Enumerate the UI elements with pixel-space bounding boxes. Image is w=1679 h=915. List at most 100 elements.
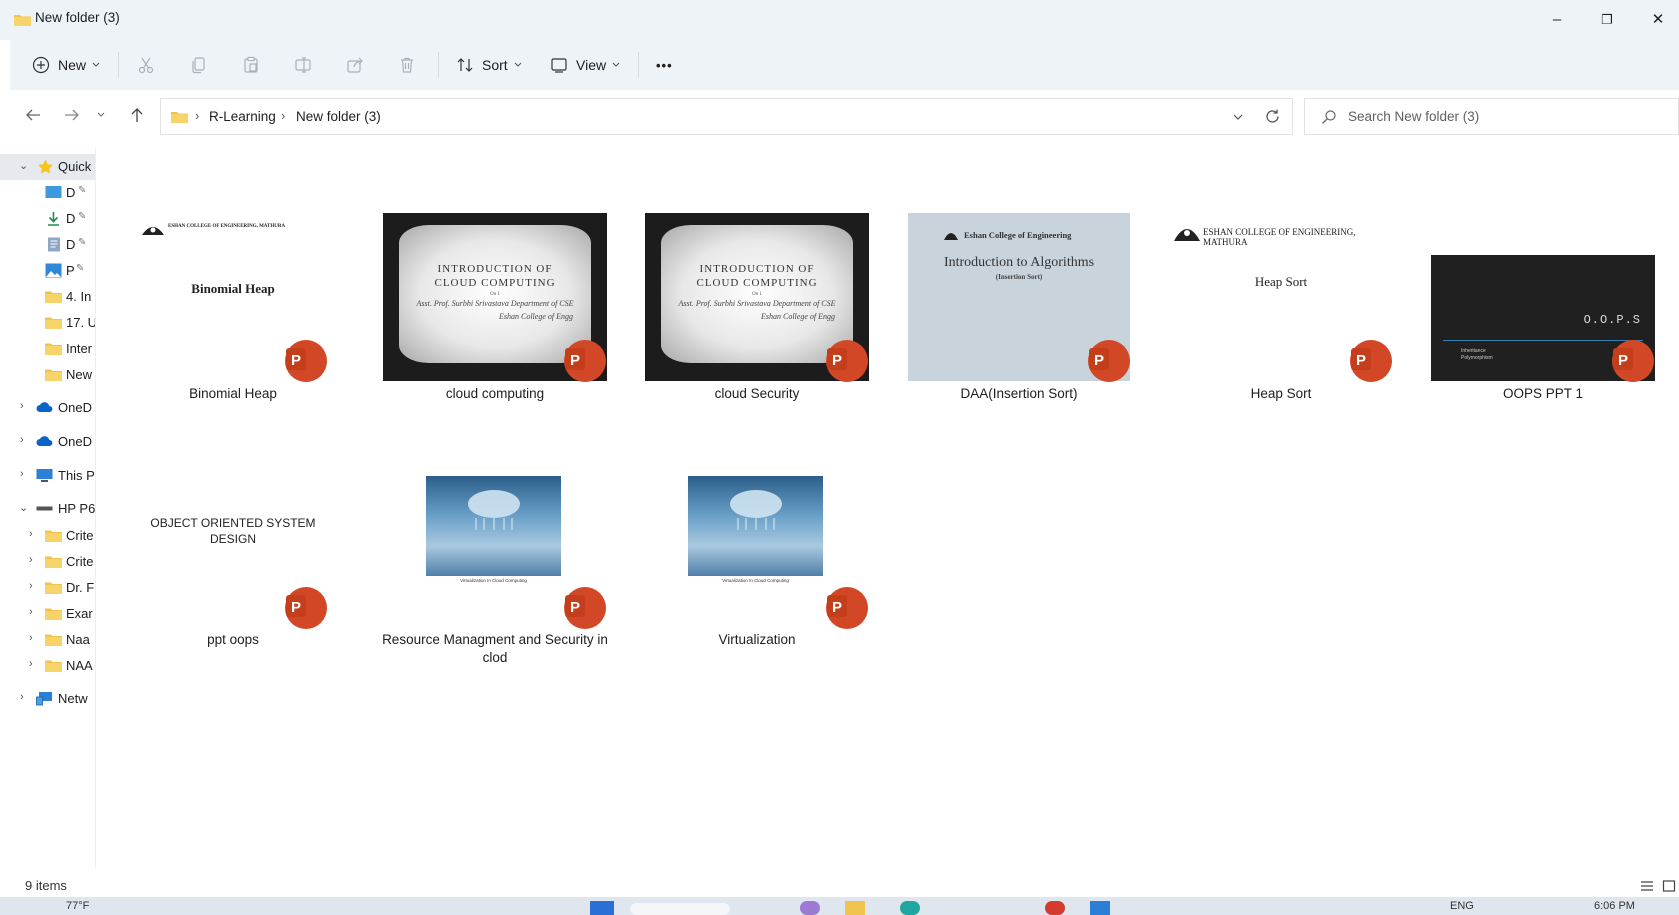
nav-folder-crite-1[interactable]: › Crite <box>0 523 95 549</box>
slide-by: On 1 <box>490 292 500 297</box>
nav-folder-17[interactable]: 17. U <box>0 310 95 336</box>
slide-title: Introduction to Algorithms <box>943 255 1095 270</box>
chevron-right-icon[interactable]: › <box>29 580 33 592</box>
file-explorer-taskbar-icon[interactable] <box>845 901 865 915</box>
nav-network[interactable]: › Netw <box>0 686 95 712</box>
more-options-button[interactable]: ••• <box>656 50 673 80</box>
file-name[interactable]: OOPS PPT 1 <box>1423 385 1663 403</box>
nav-folder-exam[interactable]: › Exar <box>0 601 95 627</box>
chrome-icon[interactable] <box>1045 901 1065 915</box>
folder-icon <box>45 369 62 381</box>
file-name[interactable]: ppt oops <box>113 631 353 649</box>
file-item-virtualization[interactable]: Virtualization In Cloud Computing P Virt… <box>637 455 877 665</box>
chevron-right-icon[interactable]: › <box>29 632 33 644</box>
app-icon[interactable] <box>800 901 820 915</box>
file-item-daa-insertion-sort[interactable]: Eshan College of Engineering Introductio… <box>899 205 1139 405</box>
nav-folder-inter[interactable]: Inter <box>0 336 95 362</box>
nav-drive-hp[interactable]: ⌄ HP P6 <box>0 496 95 522</box>
svg-text:P: P <box>832 599 842 616</box>
file-name[interactable]: Resource Managment and Security in clod <box>375 631 615 667</box>
breadcrumb-r-learning[interactable]: R-Learning <box>209 109 276 124</box>
search-input[interactable]: Search New folder (3) <box>1348 109 1479 124</box>
file-item-heap-sort[interactable]: ESHAN COLLEGE OF ENGINEERING, MATHURA He… <box>1161 205 1401 405</box>
edge-icon[interactable] <box>900 901 920 915</box>
back-button[interactable] <box>20 102 46 128</box>
nav-folder-new[interactable]: New <box>0 362 95 388</box>
tiles-view-icon[interactable] <box>1662 879 1676 893</box>
nav-folder-naac-2[interactable]: › NAA <box>0 653 95 679</box>
close-button[interactable]: ✕ <box>1643 8 1673 32</box>
view-button[interactable]: View <box>550 50 620 80</box>
slide-by: On 1 <box>752 292 762 297</box>
nav-item-label: NAA <box>66 658 93 673</box>
nav-pictures[interactable]: P ✎ <box>0 258 95 284</box>
pictures-icon <box>45 263 62 278</box>
chevron-right-icon[interactable]: › <box>20 691 24 703</box>
paste-button[interactable] <box>242 50 260 80</box>
slide-bullet: Inheritance <box>1461 348 1486 354</box>
chevron-down-icon[interactable] <box>1233 114 1243 121</box>
weather-temperature[interactable]: 77°F <box>66 900 89 912</box>
chevron-right-icon[interactable]: › <box>20 468 24 480</box>
start-icon[interactable] <box>590 901 614 915</box>
file-name[interactable]: cloud Security <box>637 385 877 403</box>
nav-onedrive-1[interactable]: › OneD <box>0 395 95 421</box>
file-item-ppt-oops[interactable]: OBJECT ORIENTED SYSTEM DESIGN P ppt oops <box>113 455 353 665</box>
nav-item-label: Inter <box>66 341 93 356</box>
slide-thumbnail <box>688 476 823 576</box>
minimize-button[interactable]: – <box>1542 8 1572 32</box>
nav-downloads[interactable]: D ✎ <box>0 206 95 232</box>
details-view-icon[interactable] <box>1640 879 1654 893</box>
delete-button[interactable] <box>398 50 416 80</box>
chevron-right-icon[interactable]: › <box>29 528 33 540</box>
cut-button[interactable] <box>137 50 155 80</box>
up-button[interactable] <box>124 102 150 128</box>
file-item-cloud-computing[interactable]: INTRODUCTION OF CLOUD COMPUTING On 1 Ass… <box>375 205 615 405</box>
svg-text:P: P <box>570 352 580 369</box>
chevron-down-icon[interactable]: ⌄ <box>19 159 28 172</box>
app-icon[interactable] <box>1090 901 1110 915</box>
chevron-right-icon[interactable]: › <box>29 606 33 618</box>
nav-documents[interactable]: D ✎ <box>0 232 95 258</box>
nav-this-pc[interactable]: › This P <box>0 463 95 489</box>
rename-button[interactable] <box>294 50 312 80</box>
file-name[interactable]: Binomial Heap <box>113 385 353 403</box>
nav-folder-crite-2[interactable]: › Crite <box>0 549 95 575</box>
language-indicator[interactable]: ENG <box>1450 900 1474 912</box>
file-name[interactable]: DAA(Insertion Sort) <box>899 385 1139 403</box>
file-item-binomial-heap[interactable]: ESHAN COLLEGE OF ENGINEERING, MATHURA Bi… <box>113 205 353 405</box>
file-name[interactable]: cloud computing <box>375 385 615 403</box>
restore-button[interactable]: ❐ <box>1592 8 1622 32</box>
file-name[interactable]: Virtualization <box>637 631 877 649</box>
nav-desktop[interactable]: D ✎ <box>0 180 95 206</box>
file-item-cloud-security[interactable]: INTRODUCTION OF CLOUD COMPUTING On 1 Ass… <box>637 205 877 405</box>
sort-button[interactable]: Sort <box>456 50 522 80</box>
file-item-resource-managment[interactable]: Virtualization In Cloud Computing P Reso… <box>375 455 615 675</box>
new-button[interactable]: New <box>32 50 100 80</box>
chevron-right-icon[interactable]: › <box>20 434 24 446</box>
address-bar[interactable]: › R-Learning › New folder (3) <box>160 98 1293 135</box>
nav-folder-dr[interactable]: › Dr. F <box>0 575 95 601</box>
refresh-icon[interactable] <box>1264 108 1281 125</box>
chevron-down-icon[interactable]: ⌄ <box>19 501 28 514</box>
nav-folder-naac-1[interactable]: › Naa <box>0 627 95 653</box>
slide-caption: Virtualization In Cloud Computing <box>460 578 527 583</box>
file-item-oops-ppt-1[interactable]: O.O.P.S Inheritance Polymorphism P OOPS … <box>1423 205 1663 405</box>
nav-quick-access[interactable]: ⌄ Quick <box>0 154 95 180</box>
chevron-right-icon[interactable]: › <box>29 554 33 566</box>
drive-icon <box>36 506 53 511</box>
copy-button[interactable] <box>190 50 208 80</box>
forward-button[interactable] <box>59 102 85 128</box>
chevron-right-icon[interactable]: › <box>29 658 33 670</box>
nav-folder-4[interactable]: 4. In <box>0 284 95 310</box>
chevron-right-icon[interactable]: › <box>20 400 24 412</box>
taskbar-search[interactable] <box>630 903 730 915</box>
clock[interactable]: 6:06 PM <box>1594 900 1635 912</box>
nav-onedrive-2[interactable]: › OneD <box>0 429 95 455</box>
search-box[interactable]: Search New folder (3) <box>1304 98 1679 135</box>
file-name[interactable]: Heap Sort <box>1161 385 1401 403</box>
recent-locations-button[interactable] <box>92 102 110 128</box>
powerpoint-badge-icon: P <box>826 587 868 629</box>
breadcrumb-new-folder[interactable]: New folder (3) <box>296 109 381 124</box>
share-button[interactable] <box>346 50 364 80</box>
